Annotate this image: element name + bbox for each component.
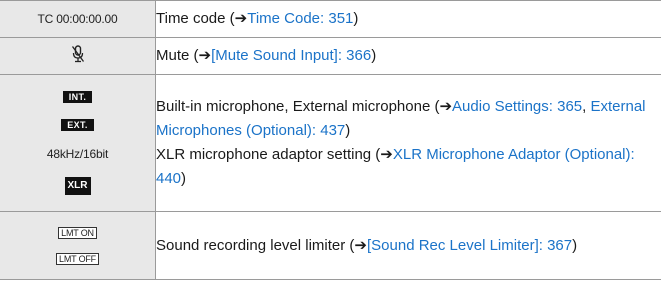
limiter-link[interactable]: [Sound Rec Level Limiter]: 367 — [367, 237, 572, 254]
table-row: INT. EXT. 48kHz/16bit XLR Built-in micro… — [0, 74, 661, 212]
audio-settings-link[interactable]: Audio Settings: 365 — [452, 98, 582, 115]
close-paren: ) — [572, 236, 578, 254]
microphone-icons-cell: INT. EXT. 48kHz/16bit XLR — [0, 74, 156, 212]
limiter-icon-stack: LMT ON LMT OFF — [0, 220, 155, 272]
timecode-icon-text: TC 00:00:00.00 — [37, 12, 118, 26]
int-badge: INT. — [62, 91, 93, 103]
sample-rate-text: 48kHz/16bit — [46, 147, 109, 161]
limiter-icons-cell: LMT ON LMT OFF — [0, 211, 156, 280]
mic-line1: Built-in microphone, External microphone… — [156, 98, 440, 115]
close-paren: ) — [353, 10, 359, 27]
reference-table: TC 00:00:00.00 Time code (➔Time Code: 35… — [0, 0, 661, 280]
lmt-off-wrap: LMT OFF — [0, 246, 155, 272]
close-paren: ) — [181, 170, 187, 187]
microphone-icon-stack: INT. EXT. 48kHz/16bit XLR — [0, 83, 155, 203]
arrow-icon: ➔ — [439, 98, 453, 115]
int-badge-wrap: INT. — [0, 83, 155, 111]
arrow-icon: ➔ — [380, 146, 393, 163]
arrow-icon: ➔ — [198, 47, 212, 64]
microphone-text: Built-in microphone, External microphone… — [156, 95, 661, 191]
limiter-description: Sound recording level limiter (➔[Sound R… — [155, 211, 661, 280]
timecode-label: Time code ( — [156, 10, 235, 27]
mute-label: Mute ( — [156, 47, 199, 64]
lmt-off-badge: LMT OFF — [56, 252, 99, 265]
table-row: LMT ON LMT OFF Sound recording level lim… — [0, 211, 661, 280]
sample-rate-wrap: 48kHz/16bit — [0, 139, 155, 169]
ext-badge-wrap: EXT. — [0, 111, 155, 139]
limiter-label: Sound recording level limiter ( — [156, 236, 355, 254]
timecode-link[interactable]: Time Code: 351 — [247, 10, 353, 27]
xlr-badge-wrap: XLR — [0, 169, 155, 203]
arrow-icon: ➔ — [354, 236, 367, 254]
mute-icon-cell — [0, 37, 156, 75]
xlr-badge: XLR — [64, 177, 91, 195]
ext-badge: EXT. — [61, 119, 94, 131]
xlr-line: XLR microphone adaptor setting ( — [156, 146, 381, 163]
lmt-on-badge: LMT ON — [58, 226, 97, 239]
close-paren: ) — [371, 47, 377, 64]
mute-description: Mute (➔[Mute Sound Input]: 366) — [155, 37, 661, 75]
close-paren: ) — [345, 122, 351, 139]
table-row: TC 00:00:00.00 Time code (➔Time Code: 35… — [0, 0, 661, 38]
lmt-on-wrap: LMT ON — [0, 220, 155, 246]
timecode-description: Time code (➔Time Code: 351) — [155, 0, 661, 38]
timecode-icon-cell: TC 00:00:00.00 — [0, 0, 156, 38]
microphone-description: Built-in microphone, External microphone… — [155, 74, 661, 212]
table-row: Mute (➔[Mute Sound Input]: 366) — [0, 37, 661, 75]
arrow-icon: ➔ — [234, 10, 248, 27]
mute-link[interactable]: [Mute Sound Input]: 366 — [211, 47, 371, 64]
mute-microphone-icon — [71, 44, 85, 67]
